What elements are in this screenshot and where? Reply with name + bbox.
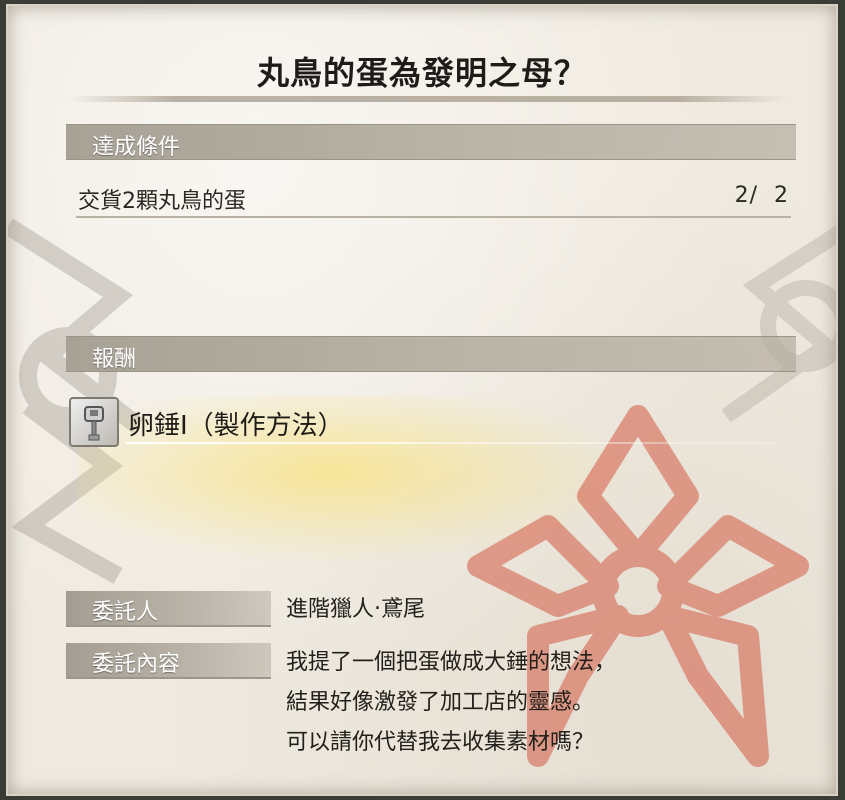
quest-title: 丸鳥的蛋為發明之母？ <box>256 54 587 92</box>
quest-card: 丸鳥的蛋為發明之母？ 達成條件 交貨2顆丸鳥的蛋 2/ 2 報酬 卵錘Ⅰ（製作方… <box>6 4 838 796</box>
details-text: 我提了一個把蛋做成大錘的想法， 結果好像激發了加工店的靈感。 可以請你代替我去收… <box>286 643 616 763</box>
details-label-box: 委託內容 <box>66 643 271 679</box>
details-line: 結果好像激發了加工店的靈感。 <box>286 690 595 715</box>
conditions-header-label: 達成條件 <box>92 135 181 160</box>
rewards-header: 報酬 <box>66 336 796 372</box>
details-label: 委託內容 <box>92 652 181 677</box>
rewards-header-label: 報酬 <box>92 347 137 372</box>
details-line: 我提了一個把蛋做成大錘的想法， <box>286 650 617 675</box>
details-line: 可以請你代替我去收集素材嗎？ <box>286 730 595 755</box>
condition-row: 交貨2顆丸鳥的蛋 2/ 2 <box>76 178 791 218</box>
title-divider <box>68 96 786 102</box>
condition-text: 交貨2顆丸鳥的蛋 <box>78 189 246 214</box>
client-label: 委託人 <box>92 600 159 625</box>
conditions-header: 達成條件 <box>66 124 796 160</box>
reward-underline <box>126 442 776 444</box>
client-name: 進階獵人‧鳶尾 <box>286 597 425 622</box>
condition-progress: 2/ 2 <box>734 183 789 208</box>
reward-item-label[interactable]: 卵錘Ⅰ（製作方法） <box>128 405 344 442</box>
reward-item-slot[interactable] <box>69 397 119 447</box>
client-label-box: 委託人 <box>66 591 271 627</box>
hammer-icon <box>84 406 104 441</box>
